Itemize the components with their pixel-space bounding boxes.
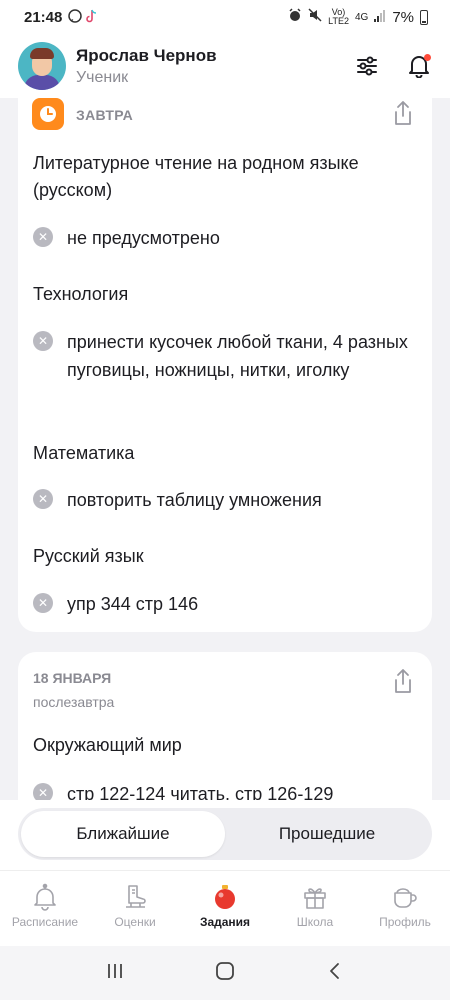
day-card-date: 18 ЯНВАРЯ послезавтра Окружающий мир ✕ с… xyxy=(18,652,432,800)
subject-title: Математика xyxy=(33,443,135,463)
gift-icon xyxy=(304,888,326,909)
signal-type: 4G xyxy=(354,11,369,23)
network-type: Vo) LTE2 xyxy=(328,7,349,26)
task-item[interactable]: ✕ принести кусочек любой ткани, 4 разных… xyxy=(33,328,418,384)
mute-icon xyxy=(308,8,322,26)
status-bar: 21:48 Vo) LTE2 4G 7% xyxy=(0,0,450,34)
task-text: стр 122-124 читать, стр 126-129 xyxy=(67,784,334,800)
back-icon xyxy=(330,962,340,979)
skate-icon xyxy=(126,885,146,908)
ornament-icon xyxy=(215,885,235,909)
clock-icon xyxy=(32,98,64,130)
filter-settings-button[interactable] xyxy=(354,53,380,79)
date-relative: послезавтра xyxy=(33,694,115,710)
notification-dot xyxy=(424,54,431,61)
task-text: упр 344 стр 146 xyxy=(67,594,199,614)
signal-icon xyxy=(374,9,386,26)
back-button[interactable] xyxy=(325,961,345,986)
close-circle-icon: ✕ xyxy=(33,593,53,613)
subject-title: Технология xyxy=(33,284,129,304)
close-circle-icon: ✕ xyxy=(33,783,53,800)
subject-title: Литературное чтение на родном языке (рус… xyxy=(33,153,359,200)
task-text: принести кусочек любой ткани, 4 разных п… xyxy=(67,332,408,380)
task-text: повторить таблицу умножения xyxy=(67,490,322,510)
day-label: ЗАВТРА xyxy=(76,107,134,123)
task-item[interactable]: ✕ не предусмотрено xyxy=(33,224,418,252)
tab-past[interactable]: Прошедшие xyxy=(225,811,429,857)
nav-schedule[interactable]: Расписание xyxy=(0,871,90,946)
app-header: Ярослав Чернов Ученик xyxy=(0,34,450,98)
home-icon xyxy=(216,961,234,980)
battery-icon xyxy=(420,9,428,25)
nav-school[interactable]: Школа xyxy=(270,871,360,946)
subject-title: Окружающий мир xyxy=(33,735,182,755)
share-button[interactable] xyxy=(392,100,414,131)
bell-icon xyxy=(34,883,56,911)
tabs-bar: Ближайшие Прошедшие xyxy=(0,800,450,870)
date-label: 18 ЯНВАРЯ xyxy=(33,670,112,686)
avatar[interactable] xyxy=(18,42,66,90)
status-time: 21:48 xyxy=(24,8,63,26)
recent-apps-button[interactable] xyxy=(105,961,125,986)
nav-assignments[interactable]: Задания xyxy=(180,871,270,946)
recent-apps-icon xyxy=(107,963,122,978)
task-item[interactable]: ✕ стр 122-124 читать, стр 126-129 xyxy=(33,780,418,800)
close-circle-icon: ✕ xyxy=(33,489,53,509)
nav-profile[interactable]: Профиль xyxy=(360,871,450,946)
share-button[interactable] xyxy=(392,668,414,699)
nav-grades[interactable]: Оценки xyxy=(90,871,180,946)
battery-percent: 7% xyxy=(392,8,414,26)
tiktok-icon xyxy=(86,9,98,26)
sliders-icon xyxy=(357,56,377,76)
close-circle-icon: ✕ xyxy=(33,227,53,247)
user-name: Ярослав Чернов xyxy=(76,45,217,65)
segmented-control: Ближайшие Прошедшие xyxy=(18,808,432,860)
whatsapp-icon xyxy=(68,8,83,26)
alarm-icon xyxy=(288,8,302,26)
share-icon xyxy=(395,669,411,693)
homework-list[interactable]: ЗАВТРА Литературное чтение на родном язы… xyxy=(0,98,450,800)
cup-icon xyxy=(394,888,417,908)
system-navigation xyxy=(0,946,450,1000)
bottom-navigation: Расписание Оценки Задания Школа Профиль xyxy=(0,870,450,946)
notifications-button[interactable] xyxy=(406,53,432,79)
task-text: не предусмотрено xyxy=(67,228,220,248)
user-role: Ученик xyxy=(76,68,129,86)
user-info[interactable]: Ярослав Чернов Ученик xyxy=(76,46,217,87)
tab-upcoming[interactable]: Ближайшие xyxy=(21,811,225,857)
subject-title: Русский язык xyxy=(33,546,144,566)
share-icon xyxy=(395,101,411,125)
day-card-tomorrow: ЗАВТРА Литературное чтение на родном язы… xyxy=(18,98,432,632)
home-button[interactable] xyxy=(214,960,236,987)
task-item[interactable]: ✕ упр 344 стр 146 xyxy=(33,590,418,618)
close-circle-icon: ✕ xyxy=(33,331,53,351)
task-item[interactable]: ✕ повторить таблицу умножения xyxy=(33,486,418,514)
